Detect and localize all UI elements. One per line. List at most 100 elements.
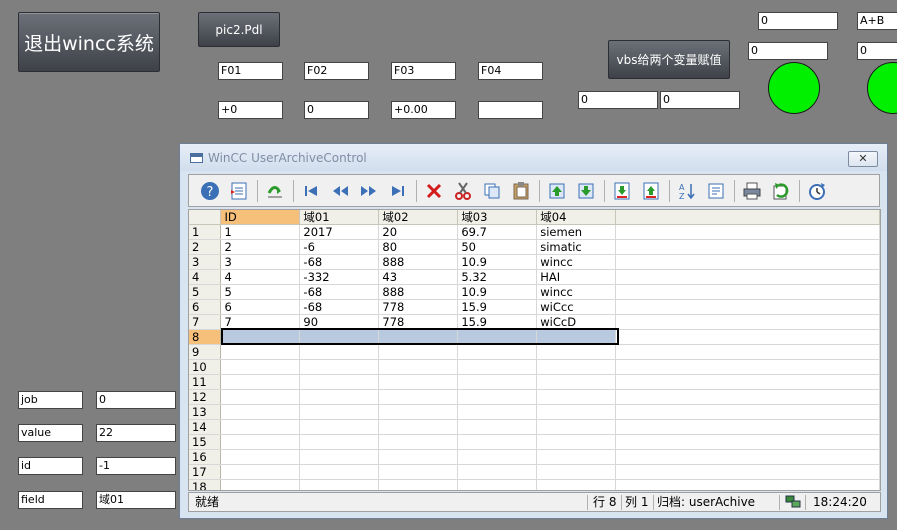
vbs-value-1[interactable]: 0: [578, 91, 658, 109]
table-row[interactable]: 15: [189, 434, 880, 450]
cell[interactable]: 2: [220, 239, 301, 255]
table-row[interactable]: 2 2 -6 80 50 simatic: [189, 239, 880, 255]
row-number[interactable]: 6: [189, 299, 222, 315]
cell[interactable]: 1: [220, 224, 301, 240]
cell[interactable]: 15.9: [457, 299, 538, 315]
param-field-value[interactable]: 域01: [96, 491, 176, 509]
param-job-value[interactable]: 0: [96, 391, 176, 409]
import-icon[interactable]: [264, 180, 286, 202]
cell[interactable]: [378, 329, 459, 345]
row-number[interactable]: 14: [189, 419, 222, 435]
cell[interactable]: [457, 329, 538, 345]
column-header[interactable]: 域03: [457, 210, 538, 225]
cell[interactable]: wincc: [536, 284, 617, 300]
time-icon[interactable]: [806, 180, 828, 202]
print-icon[interactable]: [741, 180, 763, 202]
move-down-icon[interactable]: [575, 180, 597, 202]
cell[interactable]: 2017: [299, 224, 380, 240]
f02-value[interactable]: 0: [304, 101, 369, 119]
cell[interactable]: 43: [378, 269, 459, 285]
previous-record-icon[interactable]: [329, 180, 351, 202]
table-row[interactable]: 6 6 -68 778 15.9 wiCcc: [189, 299, 880, 315]
table-row[interactable]: 5 5 -68 888 10.9 wincc: [189, 284, 880, 300]
row-number[interactable]: 10: [189, 359, 222, 375]
archive-grid[interactable]: ID 域01 域02 域03 域04 1 1 2017 20 69.7 siemen 22…: [188, 209, 881, 491]
row-number[interactable]: 17: [189, 464, 222, 480]
table-row[interactable]: 3 3 -68 888 10.9 wincc: [189, 254, 880, 270]
table-row[interactable]: 16: [189, 449, 880, 465]
row-number[interactable]: 5: [189, 284, 222, 300]
row-number[interactable]: 3: [189, 254, 222, 270]
cell[interactable]: 10.9: [457, 284, 538, 300]
row-number[interactable]: 7: [189, 314, 222, 330]
cell[interactable]: HAI: [536, 269, 617, 285]
column-header[interactable]: ID: [220, 210, 301, 225]
table-row[interactable]: 17: [189, 464, 880, 480]
copy-icon[interactable]: [481, 180, 503, 202]
cell[interactable]: 888: [378, 254, 459, 270]
cell[interactable]: simatic: [536, 239, 617, 255]
cell[interactable]: 90: [299, 314, 380, 330]
table-row[interactable]: 11: [189, 374, 880, 390]
cell[interactable]: [536, 329, 617, 345]
selection-icon[interactable]: [705, 180, 727, 202]
export-down-icon[interactable]: [611, 180, 633, 202]
delete-icon[interactable]: [423, 180, 445, 202]
cell[interactable]: wincc: [536, 254, 617, 270]
table-row[interactable]: 1 1 2017 20 69.7 siemen: [189, 224, 880, 240]
cell[interactable]: 5: [220, 284, 301, 300]
column-header[interactable]: 域02: [378, 210, 459, 225]
sort-icon[interactable]: AZ: [676, 180, 698, 202]
cell[interactable]: 69.7: [457, 224, 538, 240]
row-number[interactable]: 12: [189, 389, 222, 405]
f01-value[interactable]: +0: [218, 101, 283, 119]
cell[interactable]: 15.9: [457, 314, 538, 330]
cut-icon[interactable]: [452, 180, 474, 202]
cell[interactable]: -68: [299, 284, 380, 300]
row-number[interactable]: 11: [189, 374, 222, 390]
cell[interactable]: 10.9: [457, 254, 538, 270]
exit-wincc-button[interactable]: 退出wincc系统: [18, 12, 160, 72]
cell[interactable]: -68: [299, 254, 380, 270]
row-number[interactable]: 16: [189, 449, 222, 465]
cell[interactable]: 80: [378, 239, 459, 255]
cell[interactable]: -6: [299, 239, 380, 255]
table-row[interactable]: 7 7 90 778 15.9 wiCcD: [189, 314, 880, 330]
cell[interactable]: 5.32: [457, 269, 538, 285]
help-icon[interactable]: ?: [199, 180, 221, 202]
export-up-icon[interactable]: [640, 180, 662, 202]
row-number[interactable]: 2: [189, 239, 222, 255]
table-row-selected[interactable]: 8: [189, 329, 880, 345]
cell[interactable]: 4: [220, 269, 301, 285]
column-header[interactable]: 域04: [536, 210, 617, 225]
cell[interactable]: -332: [299, 269, 380, 285]
cell[interactable]: 20: [378, 224, 459, 240]
cell[interactable]: -68: [299, 299, 380, 315]
move-up-icon[interactable]: [546, 180, 568, 202]
cell[interactable]: 888: [378, 284, 459, 300]
value-d-field[interactable]: 0: [857, 42, 897, 60]
cell[interactable]: 778: [378, 314, 459, 330]
last-record-icon[interactable]: [387, 180, 409, 202]
value-c-field[interactable]: 0: [748, 42, 828, 60]
row-number[interactable]: 18: [189, 479, 222, 490]
paste-icon[interactable]: [510, 180, 532, 202]
cell[interactable]: [220, 329, 301, 345]
row-number[interactable]: 4: [189, 269, 222, 285]
pic2-button[interactable]: pic2.Pdl: [198, 12, 280, 47]
cell[interactable]: siemen: [536, 224, 617, 240]
cell[interactable]: wiCcD: [536, 314, 617, 330]
cell[interactable]: wiCcc: [536, 299, 617, 315]
row-number[interactable]: 1: [189, 224, 222, 240]
param-id-value[interactable]: -1: [96, 457, 176, 475]
table-row[interactable]: 14: [189, 419, 880, 435]
next-record-icon[interactable]: [358, 180, 380, 202]
close-icon[interactable]: ✕: [848, 151, 878, 167]
table-row[interactable]: 10: [189, 359, 880, 375]
table-row[interactable]: 13: [189, 404, 880, 420]
refresh-icon[interactable]: [770, 180, 792, 202]
window-titlebar[interactable]: WinCC UserArchiveControl ✕: [180, 144, 887, 171]
f03-value[interactable]: +0.00: [391, 101, 456, 119]
table-row[interactable]: 12: [189, 389, 880, 405]
cell[interactable]: 6: [220, 299, 301, 315]
